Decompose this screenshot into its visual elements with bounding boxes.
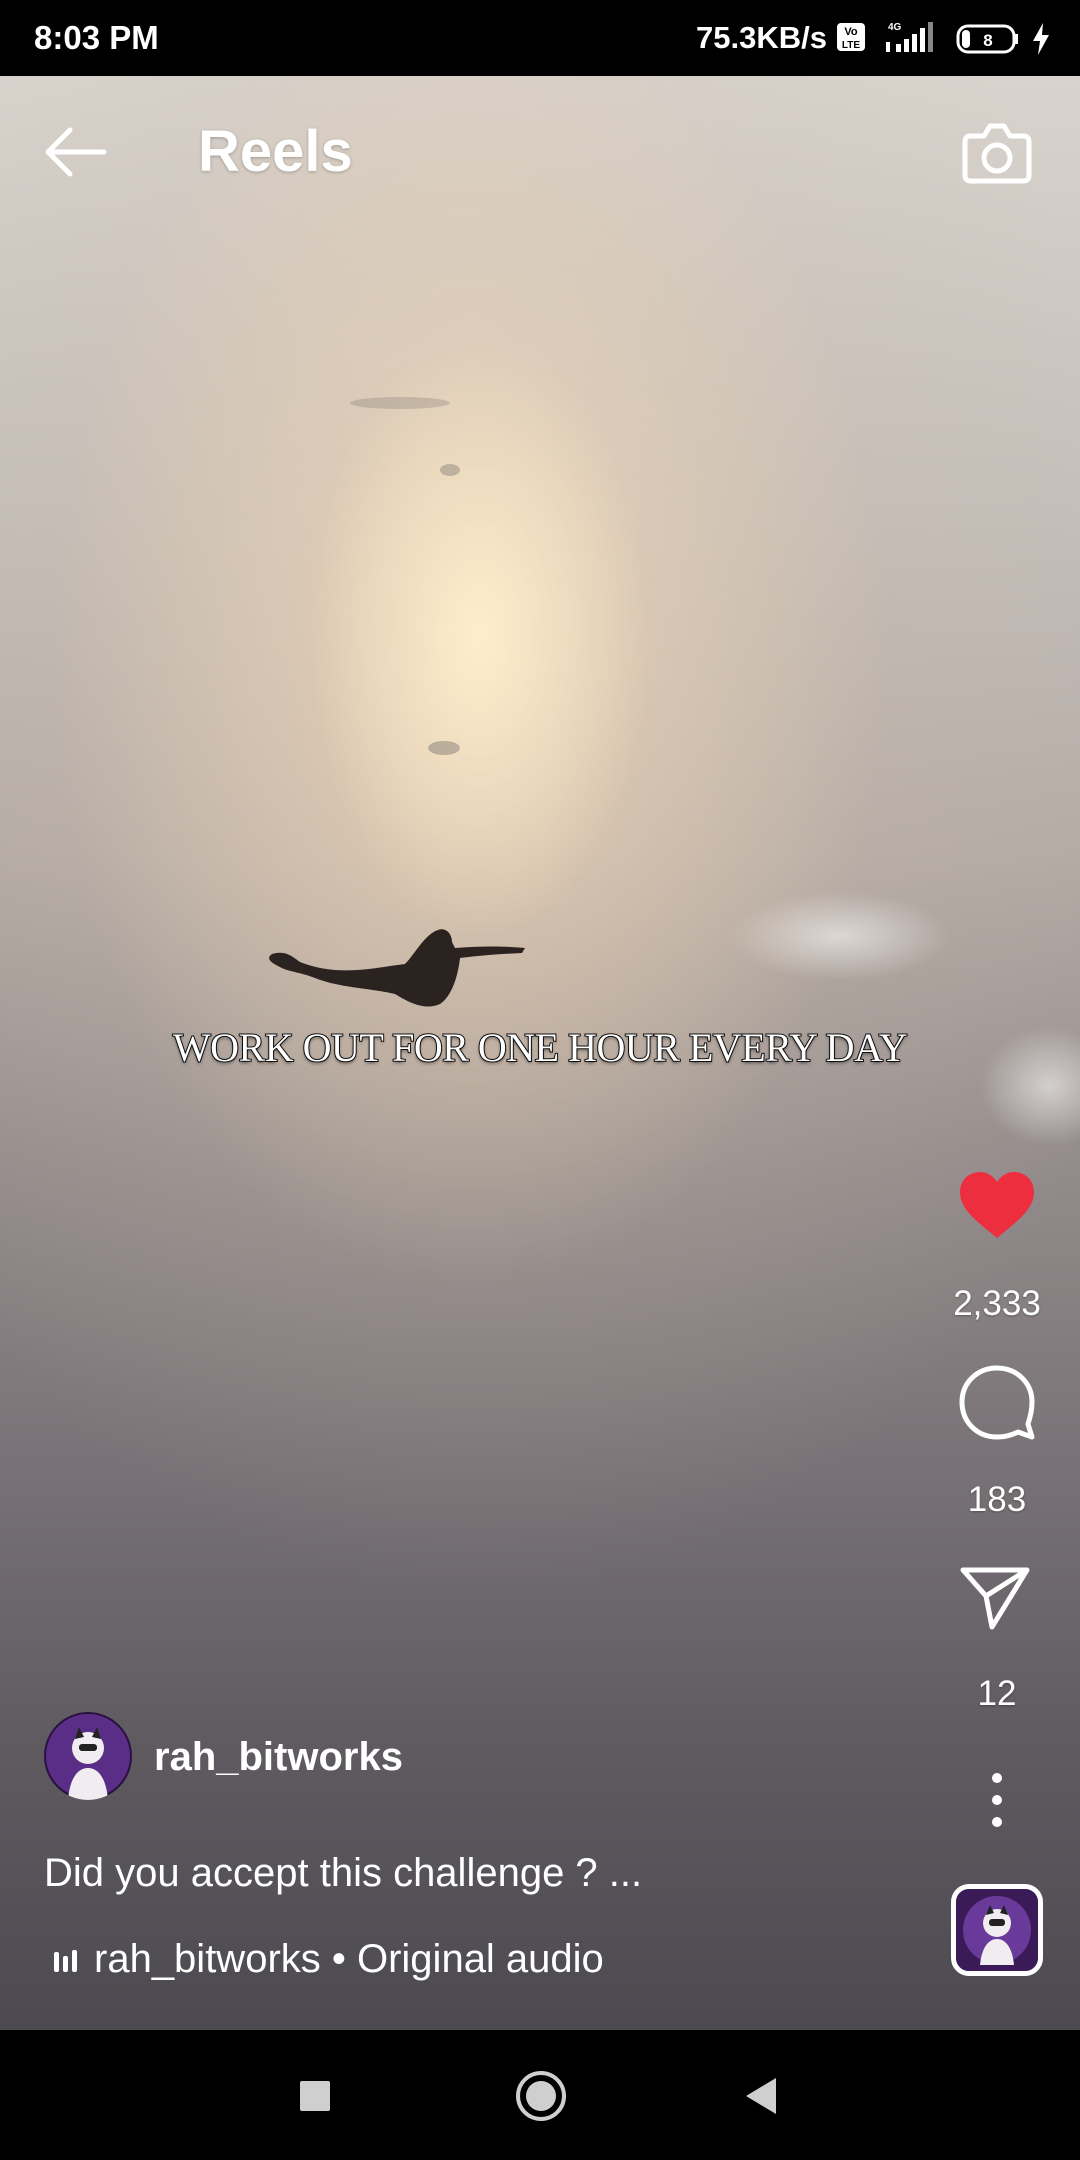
like-count: 2,333	[953, 1284, 1041, 1323]
battery-icon: 8	[956, 24, 1018, 54]
system-nav-bar	[0, 2030, 1080, 2160]
camera-icon[interactable]	[962, 118, 1032, 184]
back-triangle-icon[interactable]	[744, 2076, 778, 2116]
audio-thumbnail-art	[956, 1889, 1038, 1971]
post-caption[interactable]: Did you accept this challenge ? ...	[44, 1848, 642, 1898]
network-type: 4G	[888, 22, 902, 33]
audio-bars-icon	[54, 1950, 77, 1972]
page-title: Reels	[198, 119, 353, 184]
status-bar: 8:03 PM 75.3KB/s Vo LTE 4G 8	[0, 0, 1080, 76]
charging-icon	[1033, 23, 1049, 55]
svg-text:LTE: LTE	[842, 40, 860, 51]
comment-count: 183	[967, 1480, 1027, 1519]
svg-text:Vo: Vo	[844, 26, 858, 38]
avatar[interactable]	[44, 1712, 132, 1800]
username[interactable]: rah_bitworks	[154, 1732, 403, 1782]
recent-apps-icon[interactable]	[299, 2080, 331, 2112]
skydiver-figure	[269, 929, 525, 1007]
more-options-icon[interactable]	[986, 1770, 1008, 1830]
home-icon[interactable]	[515, 2070, 567, 2122]
network-speed: 75.3KB/s	[696, 20, 827, 55]
share-count: 12	[977, 1674, 1017, 1713]
comment-icon[interactable]	[958, 1364, 1036, 1440]
audio-label: rah_bitworks • Original audio	[94, 1937, 604, 1981]
status-time: 8:03 PM	[34, 19, 159, 56]
volte-icon: Vo LTE	[837, 23, 865, 51]
battery-level: 8	[983, 31, 992, 50]
share-icon[interactable]	[960, 1566, 1030, 1630]
audio-thumbnail[interactable]	[951, 1884, 1043, 1976]
signal-icon: 4G	[886, 22, 933, 52]
back-arrow-icon[interactable]	[40, 122, 110, 182]
video-overlay-text: WORK OUT FOR ONE HOUR EVERY DAY	[172, 1024, 909, 1071]
avatar-image	[44, 1712, 132, 1800]
heart-icon[interactable]	[958, 1170, 1036, 1240]
